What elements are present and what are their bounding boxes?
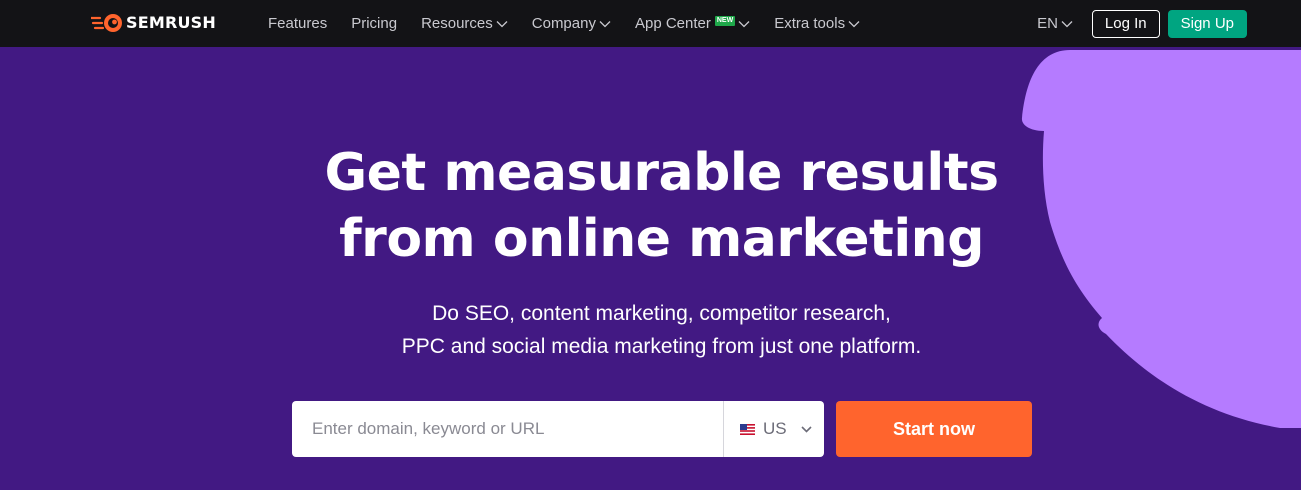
chevron-down-icon [801,425,812,433]
nav-app-center-label: App Center [634,15,711,32]
hero-subtitle-line-2: PPC and social media marketing from just… [401,335,922,358]
chevron-down-icon [738,20,750,27]
database-selector[interactable]: US [724,401,824,457]
chevron-down-icon [848,20,860,27]
search-bar: US [292,401,824,457]
nav-pricing[interactable]: Pricing [351,0,397,47]
new-badge: NEW [714,15,736,26]
database-label: US [763,419,787,438]
nav-company[interactable]: Company [532,0,611,47]
chevron-down-icon [496,20,508,27]
nav-pricing-label: Pricing [351,15,398,32]
hero-title: Get measurable results from online marke… [0,140,1301,272]
hero-subtitle: Do SEO, content marketing, competitor re… [0,297,1301,363]
chevron-down-icon [599,20,611,27]
nav-resources[interactable]: Resources [421,0,508,47]
hero-title-line-2: from online marketing [339,209,984,269]
us-flag-icon [740,423,755,435]
brand-name: SEMRUSH [126,13,217,32]
domain-search-input[interactable] [292,401,723,457]
nav-resources-label: Resources [421,15,493,32]
main-menu: Features Pricing Resources Company App C… [268,0,884,47]
semrush-logo[interactable]: SEMRUSH [91,12,216,34]
nav-features-label: Features [268,15,328,32]
nav-features[interactable]: Features [268,0,327,47]
nav-company-label: Company [531,15,596,32]
nav-extra-tools[interactable]: Extra tools [774,0,860,47]
start-now-button[interactable]: Start now [836,401,1032,457]
hero-title-line-1: Get measurable results [324,143,999,203]
nav-app-center[interactable]: App Center NEW [635,0,750,47]
fireball-logo-icon [91,14,122,32]
nav-extra-tools-label: Extra tools [774,15,846,32]
hero-subtitle-line-1: Do SEO, content marketing, competitor re… [432,302,891,325]
